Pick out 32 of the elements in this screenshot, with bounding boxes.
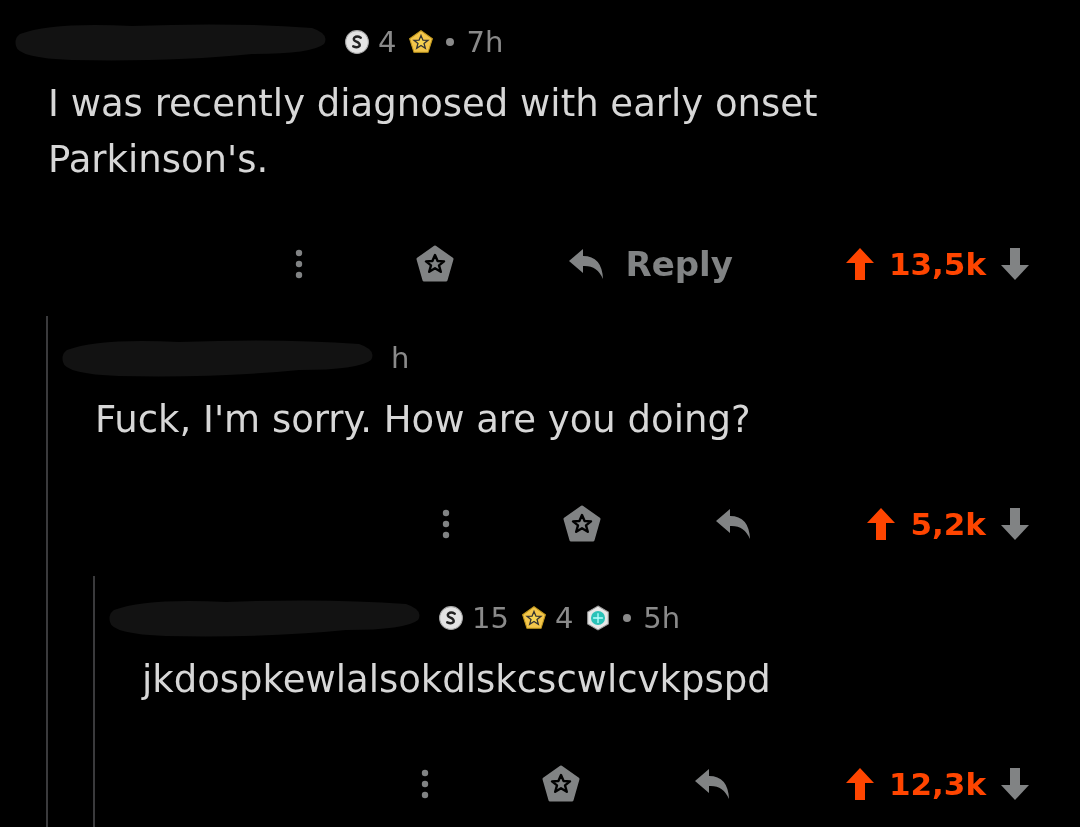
separator-dot bbox=[446, 38, 455, 46]
award-icon[interactable] bbox=[415, 244, 456, 284]
star-award-icon bbox=[520, 605, 547, 631]
upvote-icon[interactable] bbox=[866, 507, 897, 541]
award-count: 4 bbox=[378, 25, 397, 59]
downvote-icon[interactable] bbox=[1000, 767, 1030, 801]
vote-score: 12,3k bbox=[888, 766, 986, 802]
downvote-icon[interactable] bbox=[1000, 247, 1030, 281]
coin-award-icon bbox=[344, 29, 370, 55]
vote-score: 13,5k bbox=[888, 246, 986, 282]
comment-time: 5h bbox=[643, 601, 681, 635]
comment-text: jkdospkewlalsokdlskcscwlcvkpspd bbox=[142, 657, 772, 703]
comment-time: 7h bbox=[466, 25, 504, 59]
award-icon[interactable] bbox=[562, 504, 603, 544]
downvote-icon[interactable] bbox=[1000, 507, 1030, 541]
upvote-icon[interactable] bbox=[844, 767, 875, 801]
more-options-icon[interactable] bbox=[442, 509, 451, 539]
more-options-icon[interactable] bbox=[420, 769, 429, 799]
coin-award-icon bbox=[438, 605, 464, 631]
star-award-icon bbox=[408, 29, 435, 55]
gem-award-icon bbox=[585, 605, 612, 631]
comment-text: I was recently diagnosed with early onset Parkinson's. bbox=[48, 81, 819, 183]
more-options-icon[interactable] bbox=[295, 249, 304, 279]
reply-button[interactable]: Reply bbox=[567, 244, 733, 284]
upvote-icon[interactable] bbox=[844, 247, 875, 281]
vote-score: 5,2k bbox=[910, 506, 986, 542]
award-count: 4 bbox=[554, 601, 574, 635]
comment-text: Fuck, I'm sorry. How are you doing? bbox=[95, 397, 752, 443]
award-count: 15 bbox=[472, 601, 509, 635]
separator-dot bbox=[623, 614, 632, 622]
award-icon[interactable] bbox=[540, 764, 581, 804]
comment-time: h bbox=[391, 341, 410, 375]
